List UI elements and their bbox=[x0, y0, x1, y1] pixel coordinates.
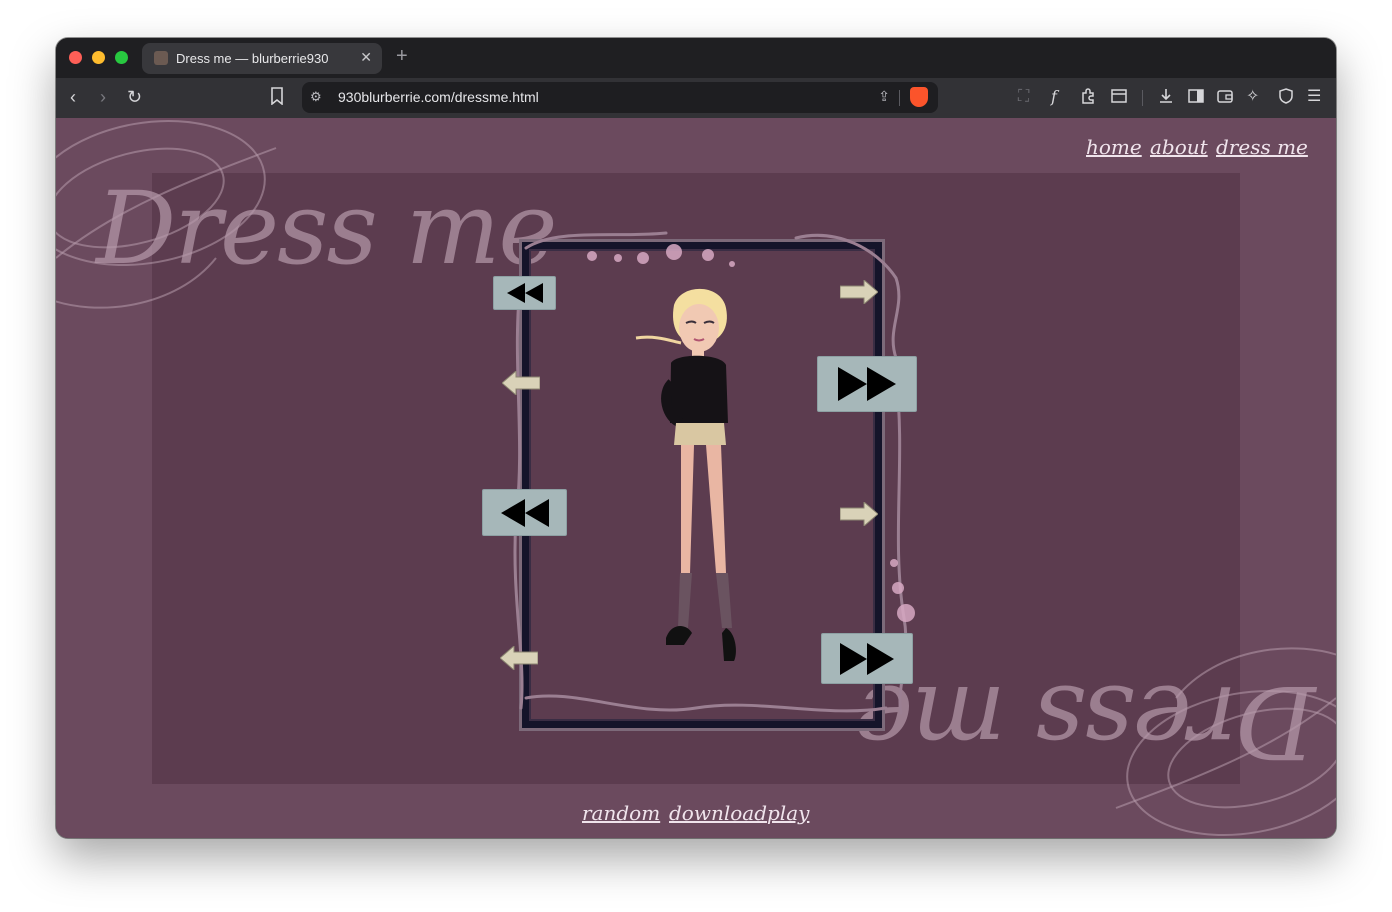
random-link[interactable]: random bbox=[582, 801, 660, 825]
nav-link-home[interactable]: home bbox=[1086, 135, 1142, 159]
close-window-button[interactable] bbox=[69, 51, 82, 64]
hamburger-icon[interactable]: ☰ bbox=[1307, 87, 1321, 107]
prev-hair-button[interactable] bbox=[493, 276, 556, 310]
chevron-left-icon[interactable]: ‹ bbox=[70, 87, 76, 107]
nav-link-about[interactable]: about bbox=[1150, 135, 1208, 159]
nav-link-dress-me[interactable]: dress me bbox=[1216, 135, 1308, 159]
sparkle-icon[interactable]: ✧ bbox=[1246, 87, 1259, 107]
site-favicon-icon bbox=[154, 51, 168, 65]
next-shoes-button[interactable] bbox=[821, 633, 913, 684]
reader-icon[interactable] bbox=[1110, 87, 1128, 111]
screenshot-icon[interactable]: ⛶ bbox=[1018, 87, 1029, 107]
url-text: 930blurberrie.com/dressme.html bbox=[338, 89, 539, 105]
address-bar[interactable]: ⚙ 930blurberrie.com/dressme.html ⇪ bbox=[302, 82, 938, 113]
bookmark-icon[interactable] bbox=[270, 87, 284, 109]
toolbar-separator bbox=[1142, 90, 1143, 106]
close-tab-icon[interactable]: ✕ bbox=[360, 49, 372, 66]
sidebar-icon[interactable] bbox=[1187, 87, 1205, 111]
dress-me-page: Dress me Dress me home about dress me ra… bbox=[56, 118, 1336, 838]
prev-bottom-button[interactable] bbox=[482, 489, 567, 536]
arrow-right-icon[interactable] bbox=[840, 280, 878, 304]
arrow-left-icon[interactable] bbox=[502, 371, 540, 395]
wallet-icon[interactable] bbox=[1216, 87, 1234, 111]
download-link[interactable]: download bbox=[669, 801, 767, 825]
puzzle-icon[interactable] bbox=[1080, 87, 1098, 111]
doll-figure bbox=[635, 288, 736, 661]
site-settings-icon[interactable]: ⚙ bbox=[310, 89, 322, 105]
zoom-window-button[interactable] bbox=[115, 51, 128, 64]
page-title: Dress me bbox=[96, 170, 558, 287]
page-title-mirrored: Dress me bbox=[856, 663, 1316, 780]
font-icon[interactable]: f bbox=[1051, 87, 1057, 107]
brave-shield-icon[interactable] bbox=[910, 87, 928, 107]
minimize-window-button[interactable] bbox=[92, 51, 105, 64]
chevron-right-icon[interactable]: › bbox=[100, 87, 106, 107]
url-separator bbox=[899, 90, 900, 106]
shield-icon[interactable] bbox=[1277, 87, 1295, 111]
fast-forward-icon bbox=[838, 367, 896, 401]
tab-bar: Dress me — blurberrie930 ✕ + bbox=[56, 38, 1336, 78]
arrow-right-icon[interactable] bbox=[840, 502, 878, 526]
share-icon[interactable]: ⇪ bbox=[878, 88, 890, 105]
next-top-button[interactable] bbox=[817, 356, 917, 412]
new-tab-icon[interactable]: + bbox=[396, 46, 408, 66]
play-link[interactable]: play bbox=[767, 801, 809, 825]
rewind-icon bbox=[506, 283, 543, 303]
tab-dress-me[interactable]: Dress me — blurberrie930 ✕ bbox=[142, 43, 382, 74]
fast-forward-icon bbox=[840, 642, 894, 675]
rewind-icon bbox=[500, 498, 549, 527]
download-icon[interactable] bbox=[1157, 87, 1175, 111]
browser-window: Dress me — blurberrie930 ✕ + ‹ › ↻ ⚙ 930… bbox=[56, 38, 1336, 838]
arrow-left-icon[interactable] bbox=[500, 646, 538, 670]
browser-toolbar: ‹ › ↻ ⚙ 930blurberrie.com/dressme.html ⇪… bbox=[56, 78, 1336, 118]
reload-icon[interactable]: ↻ bbox=[127, 87, 142, 107]
tab-title: Dress me — blurberrie930 bbox=[176, 51, 329, 66]
